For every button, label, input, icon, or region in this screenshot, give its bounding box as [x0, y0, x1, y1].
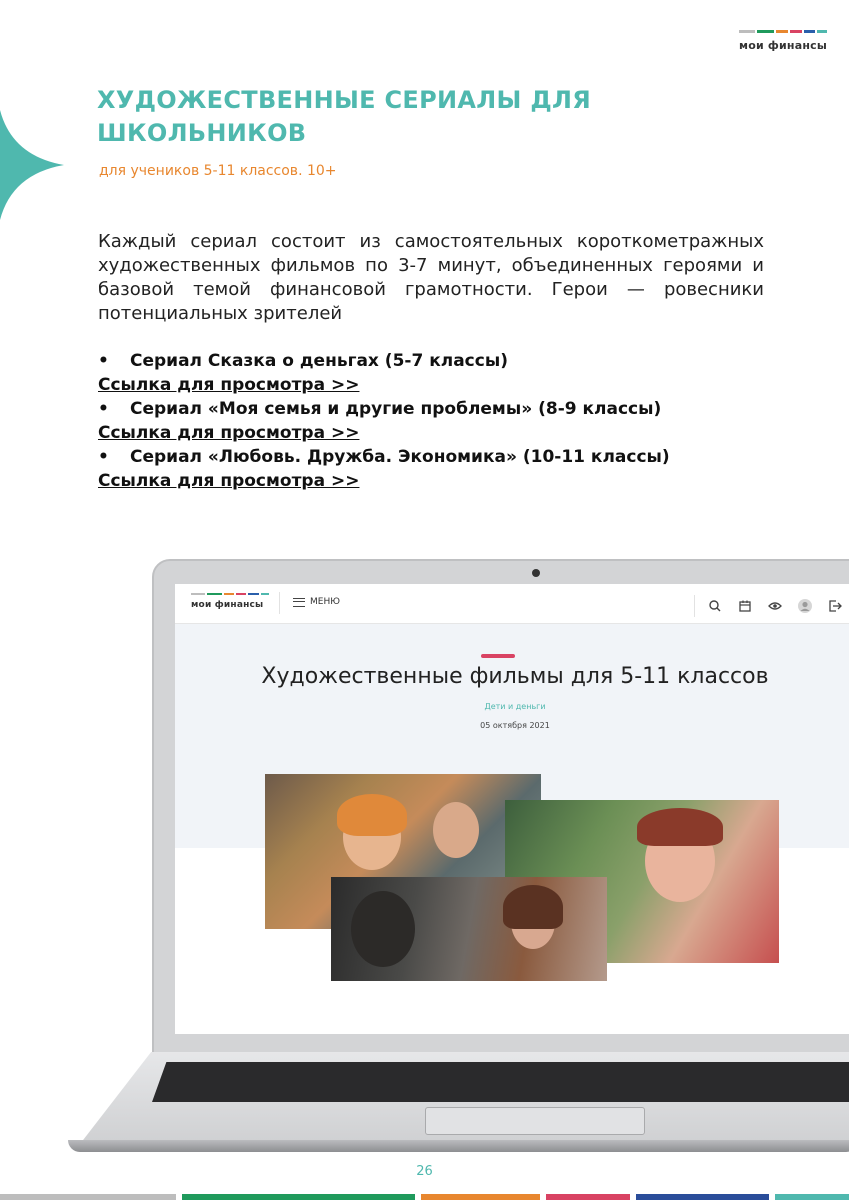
intro-paragraph: Каждый сериал состоит из самостоятельных… [98, 231, 764, 324]
logo-bar [776, 30, 788, 33]
footer-bar [181, 1194, 415, 1200]
watch-link-skazka[interactable]: Ссылка для просмотра >> [98, 373, 798, 397]
laptop-screen: мои финансы МЕНЮ Художественные фильмы д… [175, 584, 849, 1034]
series-item: • Сериал Сказка о деньгах (5-7 классы) [98, 349, 798, 373]
logo-bar [756, 30, 775, 33]
logo-text: мои финансы [739, 39, 827, 52]
series-title: Сериал «Моя семья и другие проблемы» (8-… [130, 399, 662, 419]
character-hair [637, 808, 723, 846]
character-head [351, 891, 415, 967]
bullet: • [98, 351, 109, 371]
footer-bar [635, 1194, 769, 1200]
laptop-keyboard [152, 1062, 849, 1102]
footer-bar [545, 1194, 630, 1200]
page-number: 26 [416, 1164, 433, 1179]
footer-bar [0, 1194, 176, 1200]
series-title: Сериал Сказка о деньгах (5-7 классы) [130, 351, 508, 371]
watch-link-moya-semya[interactable]: Ссылка для просмотра >> [98, 421, 798, 445]
bullet: • [98, 399, 109, 419]
footer-color-bars [0, 1194, 849, 1200]
watch-link-lyubov[interactable]: Ссылка для просмотра >> [98, 469, 798, 493]
footer-bar [774, 1194, 849, 1200]
logo-bar [739, 30, 755, 33]
laptop-base-edge [68, 1140, 849, 1152]
film-still-image [331, 877, 607, 981]
character-hair [503, 885, 563, 929]
film-stills-collage [175, 584, 849, 1034]
bullet: • [98, 447, 109, 467]
series-title: Сериал «Любовь. Дружба. Экономика» (10-1… [130, 447, 670, 467]
character-hair [337, 794, 407, 836]
laptop-touchpad [425, 1107, 645, 1135]
series-item: • Сериал «Моя семья и другие проблемы» (… [98, 397, 798, 421]
series-item: • Сериал «Любовь. Дружба. Экономика» (10… [98, 445, 798, 469]
logo-bar [789, 30, 802, 33]
page-title: ХУДОЖЕСТВЕННЫЕ СЕРИАЛЫ ДЛЯ ШКОЛЬНИКОВ [97, 86, 592, 147]
logo-bar [817, 30, 827, 33]
brand-logo: мои финансы [739, 30, 827, 52]
laptop-mockup: мои финансы МЕНЮ Художественные фильмы д… [0, 0, 849, 1200]
character-face [433, 802, 479, 858]
page-subtitle: для учеников 5-11 классов. 10+ [99, 163, 337, 179]
logo-bar [803, 30, 816, 33]
logo-color-bars [739, 30, 827, 33]
decorative-star-shape [0, 110, 64, 220]
footer-bar [421, 1194, 540, 1200]
camera-icon [532, 569, 540, 577]
series-list: • Сериал Сказка о деньгах (5-7 классы) С… [98, 349, 798, 493]
